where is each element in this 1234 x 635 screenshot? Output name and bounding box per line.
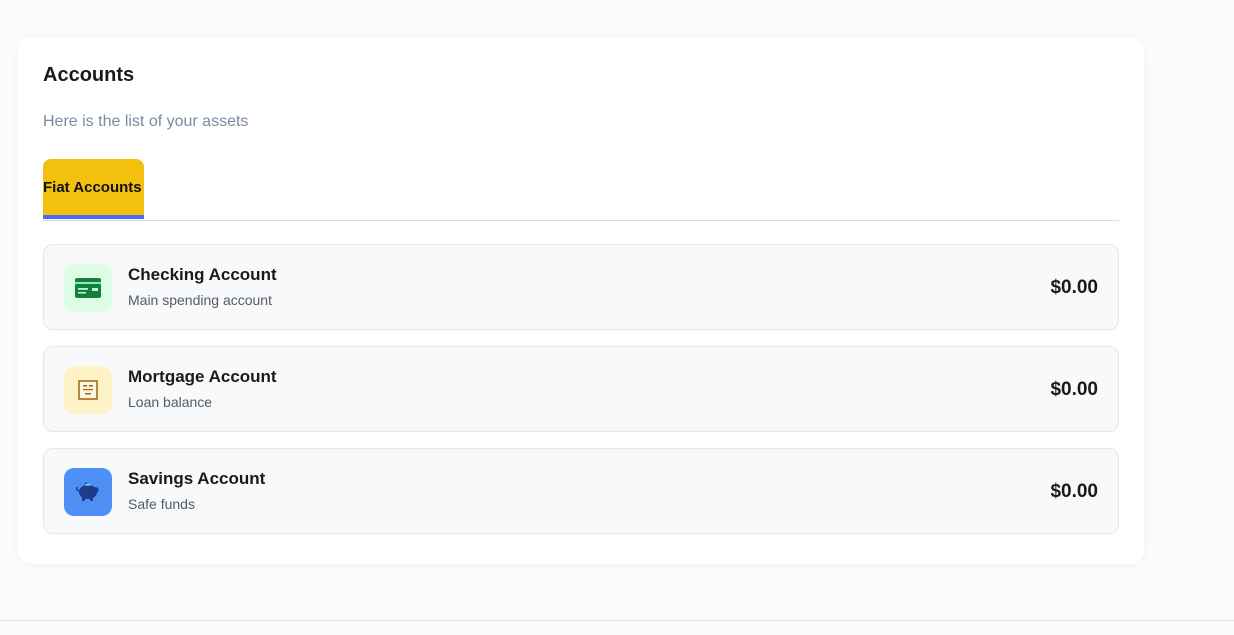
id-card-icon — [78, 380, 98, 400]
account-list: Checking Account Main spending account $… — [43, 244, 1119, 550]
account-balance: $0.00 — [1050, 379, 1098, 400]
account-name: Savings Account — [128, 469, 266, 488]
account-name: Mortgage Account — [128, 367, 277, 386]
footer-divider — [0, 620, 1234, 621]
savings-icon-tile — [64, 468, 112, 516]
account-row-checking[interactable]: Checking Account Main spending account $… — [43, 244, 1119, 330]
account-balance: $0.00 — [1050, 277, 1098, 298]
account-balance: $0.00 — [1050, 481, 1098, 502]
account-description: Loan balance — [128, 394, 213, 410]
account-tabs: Fiat Accounts — [43, 159, 1119, 221]
account-description: Safe funds — [128, 496, 195, 512]
credit-card-icon — [75, 278, 101, 298]
account-name: Checking Account — [128, 265, 277, 284]
piggy-bank-icon — [75, 482, 99, 501]
account-row-mortgage[interactable]: Mortgage Account Loan balance $0.00 — [43, 346, 1119, 432]
account-description: Main spending account — [128, 292, 272, 308]
page-title: Accounts — [43, 64, 135, 86]
account-row-savings[interactable]: Savings Account Safe funds $0.00 — [43, 448, 1119, 534]
page-subtitle: Here is the list of your assets — [43, 113, 249, 130]
checking-icon-tile — [64, 264, 112, 312]
tab-fiat-accounts[interactable]: Fiat Accounts — [43, 159, 144, 219]
mortgage-icon-tile — [64, 366, 112, 414]
accounts-card: Accounts Here is the list of your assets… — [18, 37, 1144, 564]
